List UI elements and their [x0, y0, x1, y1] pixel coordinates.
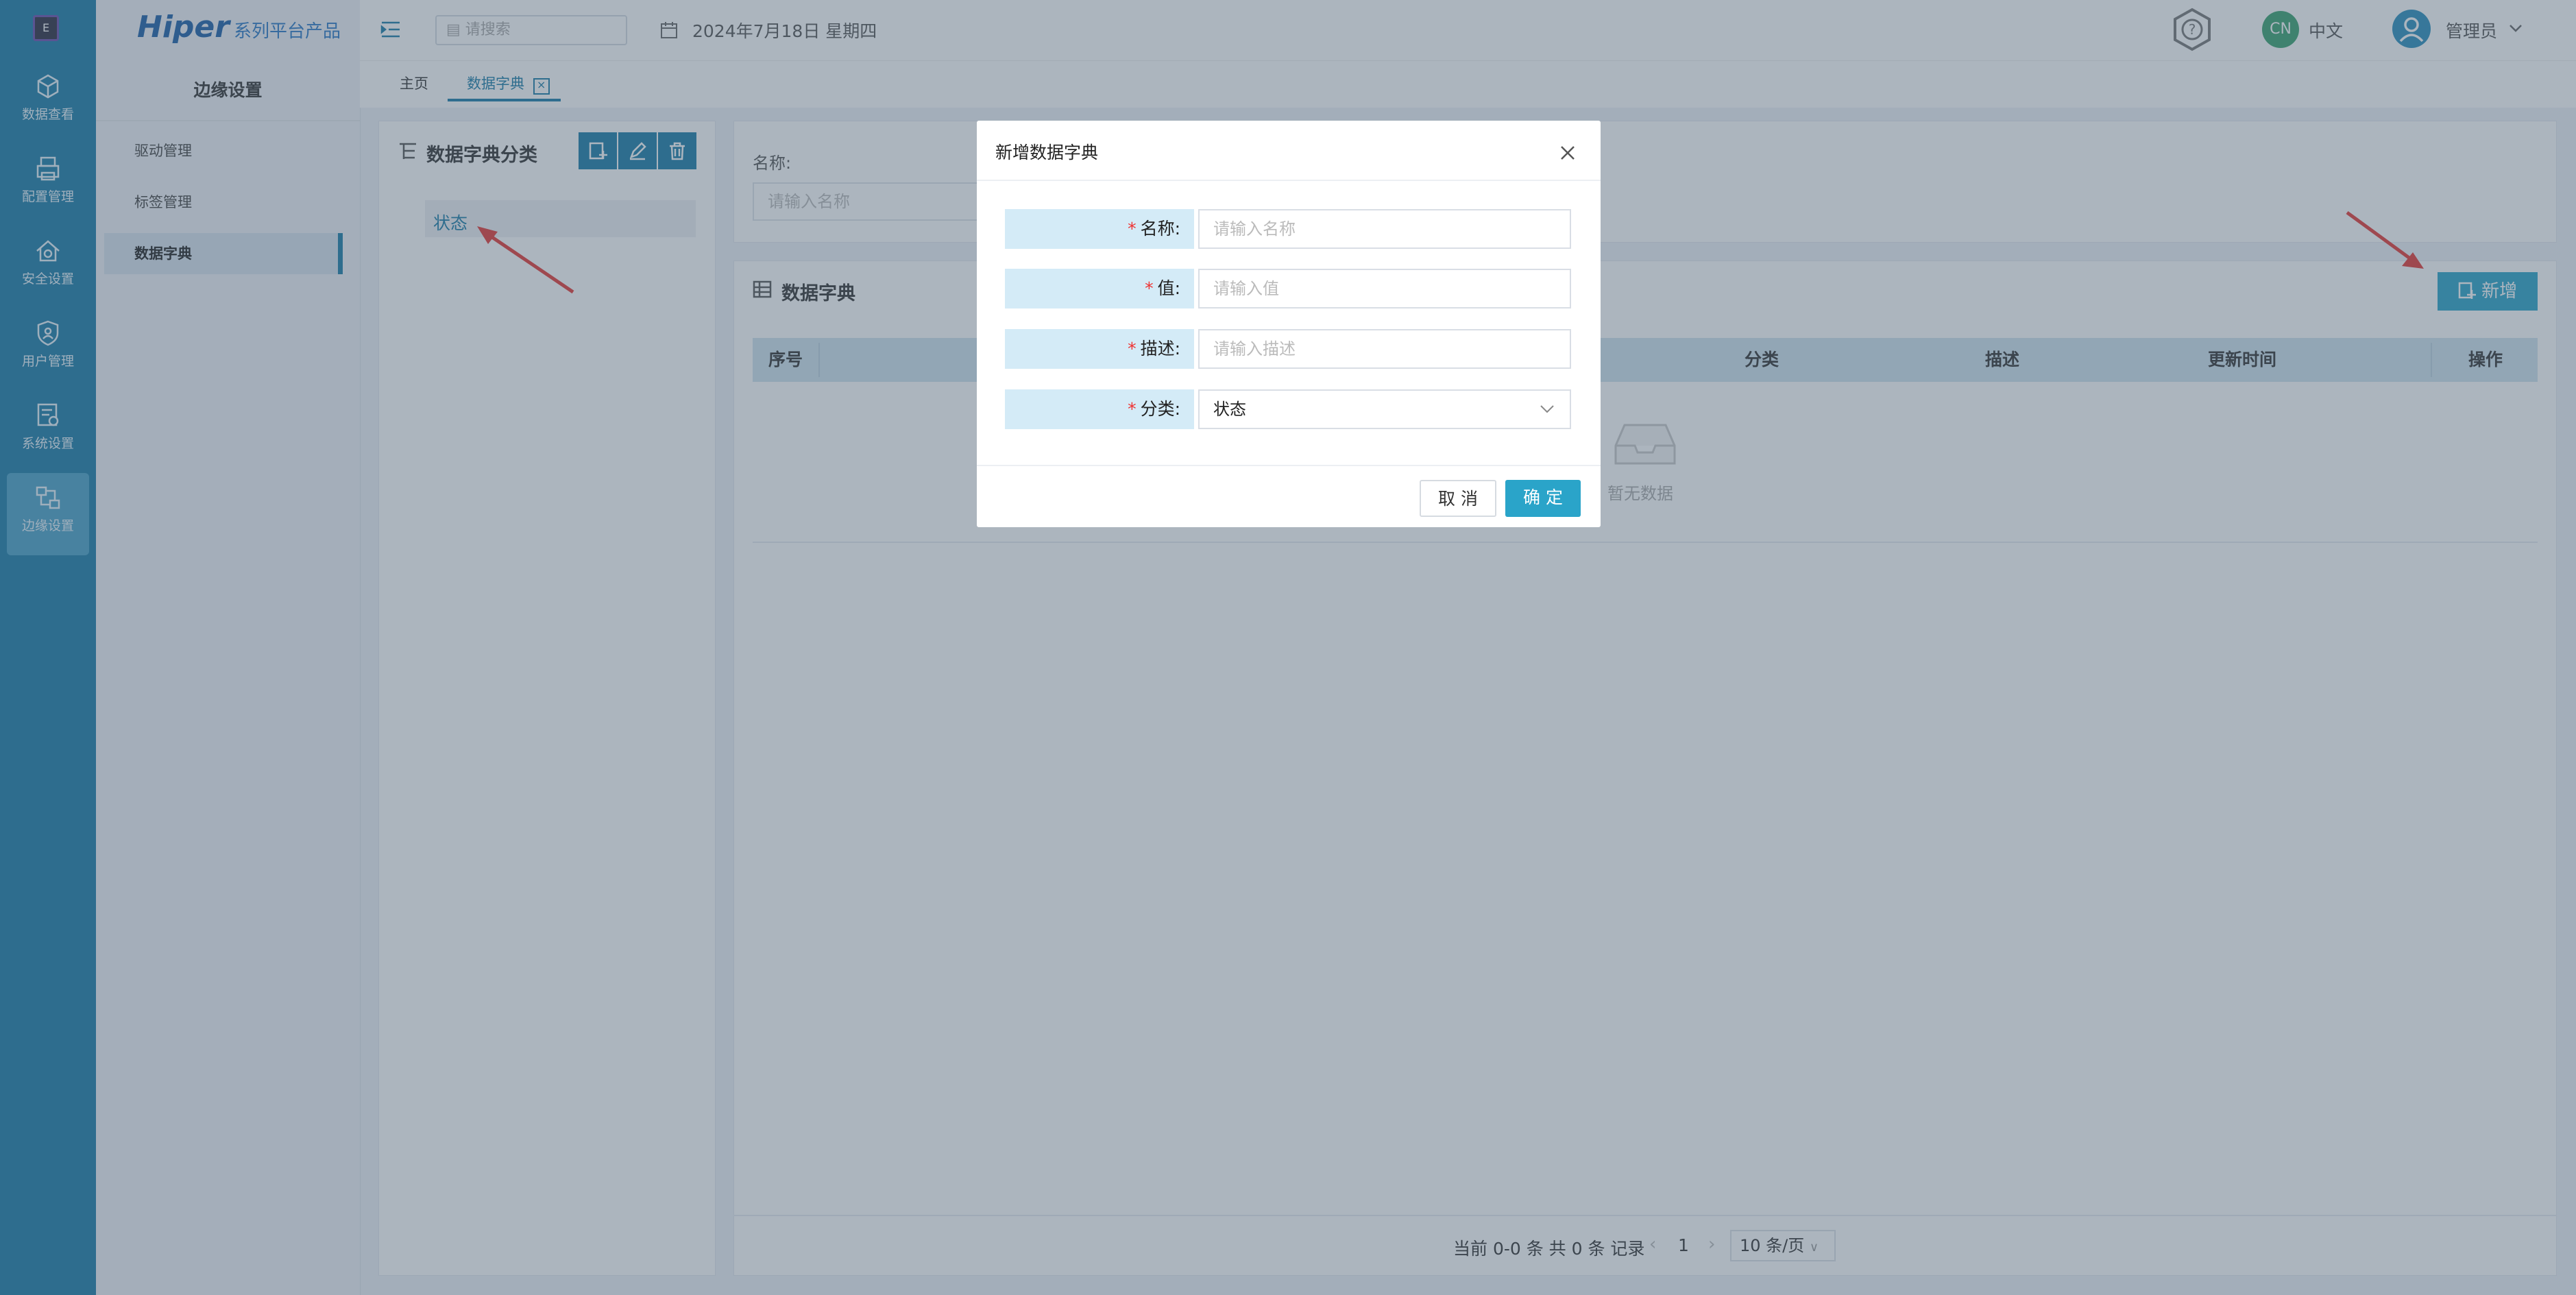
add-dictionary-modal: [977, 121, 1601, 527]
cancel-button[interactable]: 取 消: [1420, 480, 1496, 517]
name-input[interactable]: 请输入名称: [1198, 209, 1571, 249]
modal-footer-divider: [977, 465, 1601, 466]
field-label-name: * 名称:: [1005, 209, 1194, 249]
required-mark: *: [1128, 399, 1137, 419]
required-mark: *: [1128, 339, 1137, 359]
close-icon[interactable]: [1556, 141, 1579, 165]
value-input[interactable]: 请输入值: [1198, 269, 1571, 308]
field-label-category: * 分类:: [1005, 389, 1194, 429]
modal-header-divider: [977, 180, 1601, 181]
modal-title: 新增数据字典: [995, 143, 1099, 162]
description-input[interactable]: 请输入描述: [1198, 329, 1571, 369]
category-select[interactable]: 状态: [1198, 389, 1571, 429]
confirm-button[interactable]: 确 定: [1505, 480, 1581, 517]
required-mark: *: [1145, 278, 1154, 298]
required-mark: *: [1128, 219, 1137, 239]
chevron-down-icon[interactable]: [1540, 404, 1555, 414]
field-label-description: * 描述:: [1005, 329, 1194, 369]
field-label-value: * 值:: [1005, 269, 1194, 308]
